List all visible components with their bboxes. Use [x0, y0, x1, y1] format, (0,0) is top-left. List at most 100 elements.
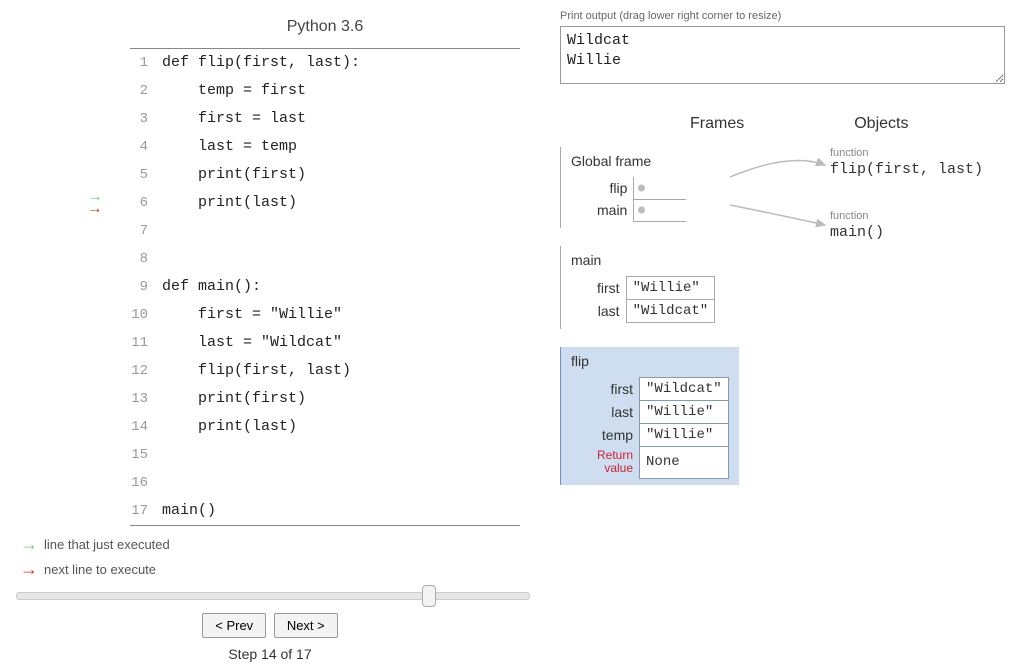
frame-flip-title: flip [571, 353, 729, 369]
gutter [90, 497, 120, 525]
code-text: print(last) [162, 413, 297, 441]
var-name: flip [591, 177, 634, 199]
line-number: 15 [120, 441, 162, 469]
code-text: def main(): [162, 273, 261, 301]
var-row: temp "Willie" [591, 423, 728, 446]
return-value: None [640, 446, 729, 478]
legend-next-arrow-icon: → [20, 559, 38, 580]
code-line: 3 first = last [130, 105, 520, 133]
code-line: 10 first = "Willie" [130, 301, 520, 329]
line-number: 12 [120, 357, 162, 385]
code-text: last = "Wildcat" [162, 329, 342, 357]
objects-column: function flip(first, last) function main… [820, 147, 983, 503]
var-row: last "Wildcat" [591, 299, 715, 322]
var-value: "Wildcat" [626, 299, 715, 322]
gutter [90, 77, 120, 105]
var-name: last [591, 400, 640, 423]
line-number: 8 [120, 245, 162, 273]
code-line: 4 last = temp [130, 133, 520, 161]
line-number: 16 [120, 469, 162, 497]
language-title: Python 3.6 [130, 10, 520, 49]
gutter [90, 217, 120, 245]
step-indicator: Step 14 of 17 [10, 646, 530, 662]
return-row: Returnvalue None [591, 446, 728, 478]
code-line: 16 [130, 469, 520, 497]
frames-header: Frames [690, 115, 744, 133]
code-line: 7 [130, 217, 520, 245]
step-slider-wrap [14, 588, 526, 603]
app-root: Python 3.6 1def flip(first, last):2 temp… [10, 10, 1005, 662]
legend: → line that just executed → next line to… [20, 534, 530, 580]
var-name: first [591, 377, 640, 400]
code-text: main() [162, 497, 216, 525]
line-number: 10 [120, 301, 162, 329]
line-number: 5 [120, 161, 162, 189]
code-line: 13 print(first) [130, 385, 520, 413]
var-row: first "Willie" [591, 276, 715, 299]
gutter [90, 329, 120, 357]
gutter [90, 49, 120, 77]
var-value: "Willie" [626, 276, 715, 299]
code-line: 12 flip(first, last) [130, 357, 520, 385]
viz-pane: Print output (drag lower right corner to… [560, 10, 1005, 662]
next-line-arrow-icon: → [90, 203, 100, 215]
var-value: "Willie" [640, 423, 729, 446]
code-line: 5 print(first) [130, 161, 520, 189]
gutter [90, 357, 120, 385]
code-line: 17main() [130, 497, 520, 525]
print-output-box[interactable] [560, 26, 1005, 84]
var-row: main [591, 199, 686, 221]
frame-main: main first "Willie" last "Wildcat" [560, 246, 820, 329]
prev-button[interactable]: < Prev [202, 613, 266, 638]
line-number: 14 [120, 413, 162, 441]
object-function: function main() [830, 210, 983, 241]
viz-headers: Frames Objects [560, 115, 1005, 133]
var-row: first "Wildcat" [591, 377, 728, 400]
var-value: "Wildcat" [640, 377, 729, 400]
object-type-label: function [830, 147, 983, 159]
legend-prev-arrow-icon: → [20, 534, 38, 555]
code-line: 9def main(): [130, 273, 520, 301]
line-number: 1 [120, 49, 162, 77]
code-line: 11 last = "Wildcat" [130, 329, 520, 357]
code-text: print(last) [162, 189, 297, 217]
print-output-label: Print output (drag lower right corner to… [560, 10, 1005, 22]
line-number: 2 [120, 77, 162, 105]
var-name: temp [591, 423, 640, 446]
gutter [90, 245, 120, 273]
frames-column: Global frame flip main main [560, 147, 820, 503]
code-text: print(first) [162, 161, 306, 189]
line-number: 6 [120, 189, 162, 217]
object-repr: main() [830, 224, 983, 241]
gutter [90, 413, 120, 441]
object-function: function flip(first, last) [830, 147, 983, 178]
gutter [90, 133, 120, 161]
frame-global: Global frame flip main [560, 147, 820, 228]
line-number: 3 [120, 105, 162, 133]
frame-global-title: Global frame [571, 153, 820, 169]
step-slider[interactable] [16, 592, 530, 600]
line-number: 4 [120, 133, 162, 161]
gutter [90, 161, 120, 189]
line-number: 13 [120, 385, 162, 413]
code-text: first = "Willie" [162, 301, 342, 329]
pointer-dot-icon [638, 184, 645, 191]
var-name: last [591, 299, 626, 322]
var-name: main [591, 199, 634, 221]
next-button[interactable]: Next > [274, 613, 338, 638]
code-text: def flip(first, last): [162, 49, 360, 77]
var-row: flip [591, 177, 686, 199]
gutter [90, 301, 120, 329]
legend-prev-text: line that just executed [44, 537, 170, 552]
line-number: 7 [120, 217, 162, 245]
var-row: last "Willie" [591, 400, 728, 423]
code-text: first = last [162, 105, 306, 133]
object-repr: flip(first, last) [830, 161, 983, 178]
code-line: 2 temp = first [130, 77, 520, 105]
gutter [90, 273, 120, 301]
code-line: →→6 print(last) [130, 189, 520, 217]
gutter [90, 441, 120, 469]
code-pane: Python 3.6 1def flip(first, last):2 temp… [10, 10, 530, 662]
frame-flip: flip first "Wildcat" last "Willie" temp [560, 347, 739, 485]
pointer-cell [634, 199, 687, 221]
